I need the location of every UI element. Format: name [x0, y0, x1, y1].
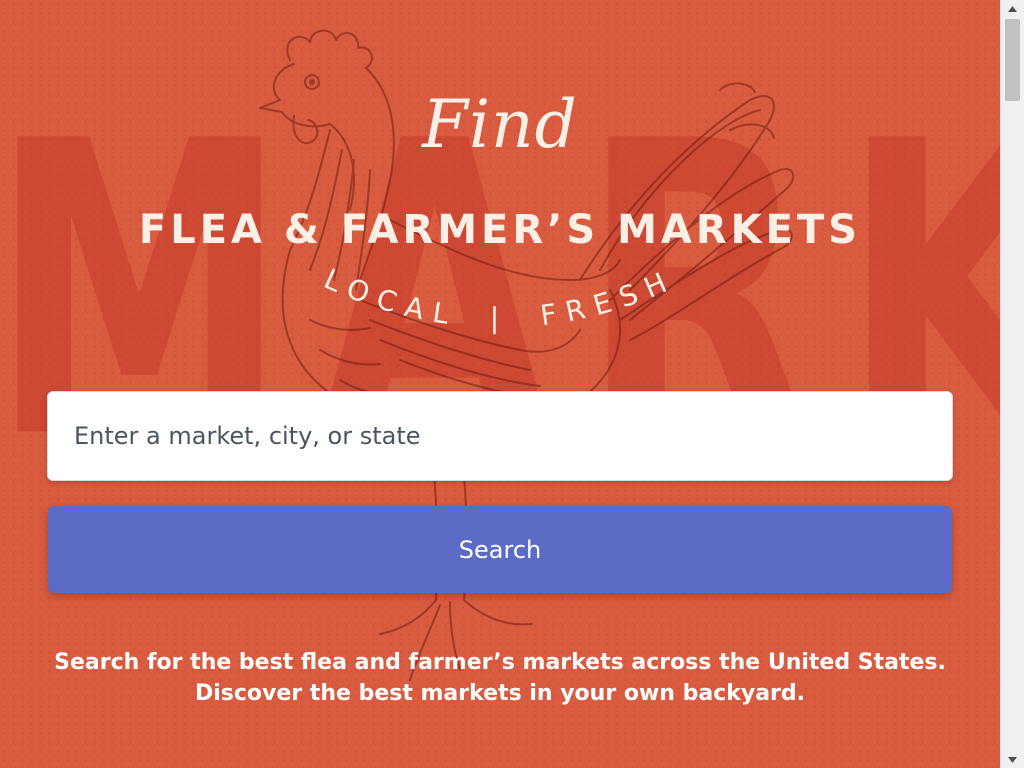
scroll-down-arrow-icon[interactable] [1001, 751, 1024, 768]
scroll-up-arrow-icon[interactable] [1001, 0, 1024, 17]
svg-text:LOCAL | FRESH: LOCAL | FRESH [319, 262, 681, 334]
page-title: FLEA & FARMER’S MARKETS [138, 207, 862, 253]
scroll-thumb[interactable] [1005, 19, 1020, 101]
local-fresh-subtitle: LOCAL | FRESH [319, 262, 681, 334]
vertical-scrollbar[interactable] [1000, 0, 1024, 768]
tagline: Search for the best flea and farmer’s ma… [0, 647, 1000, 709]
tagline-line-1: Search for the best flea and farmer’s ma… [54, 650, 946, 675]
hero-section: MARKETS [0, 0, 1000, 768]
find-heading: Find [422, 86, 578, 163]
subtitle-local: LOCAL [319, 262, 460, 332]
tagline-line-2: Discover the best markets in your own ba… [194, 681, 806, 706]
search-button[interactable]: Search [48, 506, 952, 593]
search-input[interactable] [47, 391, 953, 481]
subtitle-separator: | [490, 301, 509, 334]
subtitle-fresh: FRESH [538, 262, 680, 332]
